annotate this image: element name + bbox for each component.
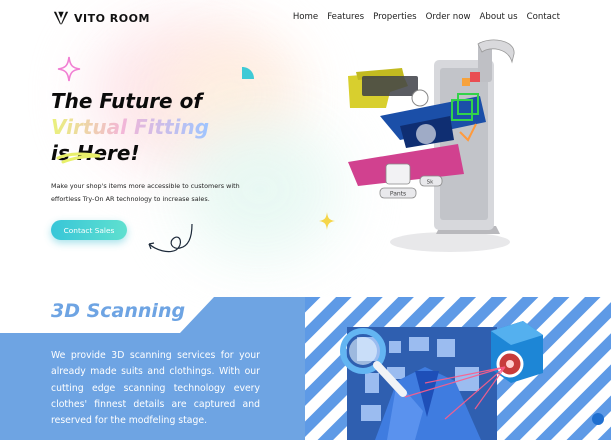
highlight-underline (56, 152, 101, 164)
brand-logo-link[interactable]: VITO ROOM (52, 9, 150, 27)
landing-page: VITO ROOM Home Features Properties Order… (0, 0, 611, 440)
ar-kiosk-illustration: Pants Sk (348, 39, 515, 252)
scanning-section-body: We provide 3D scanning services for your… (51, 350, 260, 427)
swirl-arrow-icon (148, 223, 193, 253)
nav-home-link[interactable]: Home (293, 12, 318, 22)
nav-properties-link[interactable]: Properties (373, 12, 416, 22)
hero-title-line-1: The Future of (51, 89, 203, 113)
hero-title-line-2: Virtual Fitting (51, 115, 210, 139)
teal-shape-icon (242, 67, 254, 79)
nav-about-us-link[interactable]: About us (479, 12, 517, 22)
vito-room-logo-icon (53, 11, 69, 25)
hero-description: Make your shop's items more accessible t… (51, 182, 240, 203)
contact-sales-button[interactable]: Contact Sales (51, 220, 127, 240)
nav-contact-link[interactable]: Contact (527, 12, 560, 22)
scanning-section-title: 3D Scanning (51, 300, 186, 322)
top-navigation: VITO ROOM Home Features Properties Order… (0, 0, 611, 36)
scanner-camera-icon (491, 321, 543, 383)
panel-label-pants: Pants (390, 191, 406, 198)
panel-label-skirt: Sk (427, 180, 434, 186)
sparkle-icon (57, 56, 81, 82)
scanning-illustration (305, 297, 611, 440)
main-menu: Home Features Properties Order now About… (293, 12, 560, 22)
sparkle-yellow-icon (319, 212, 335, 230)
nav-order-now-link[interactable]: Order now (426, 12, 471, 22)
brand-name: VITO ROOM (74, 11, 150, 25)
nav-features-link[interactable]: Features (327, 12, 364, 22)
